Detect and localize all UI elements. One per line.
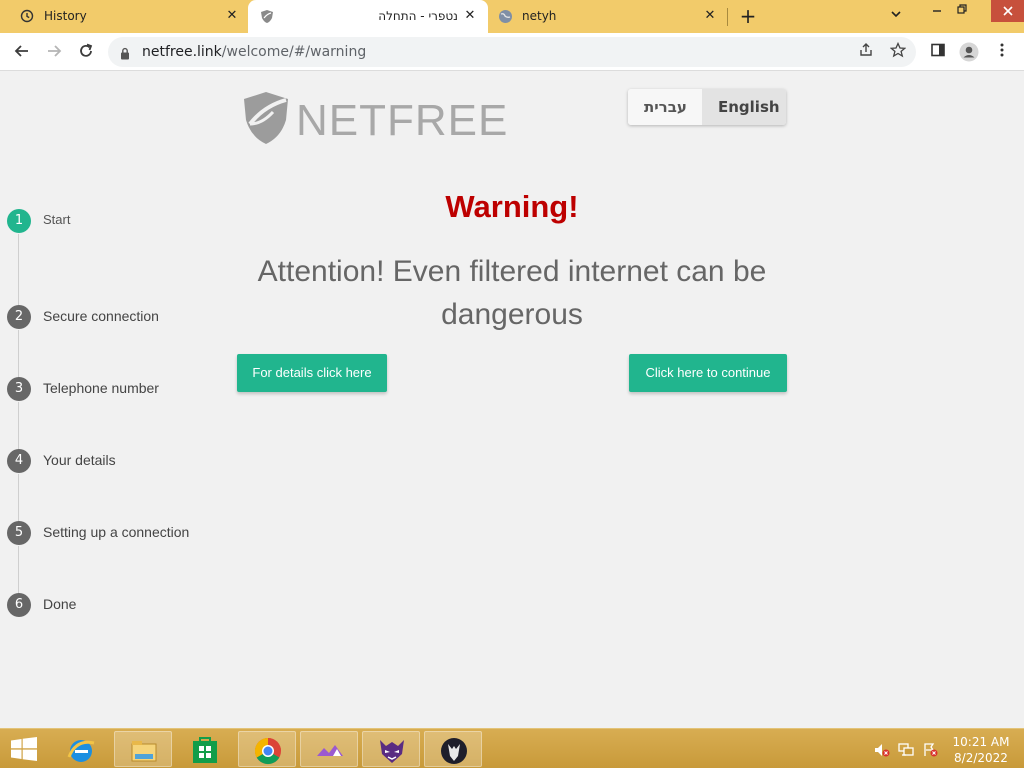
lang-hebrew-button[interactable]: עברית bbox=[628, 89, 702, 125]
windows-logo-icon bbox=[11, 737, 37, 761]
clock-date: 8/2/2022 bbox=[954, 751, 1008, 765]
step-number: 2 bbox=[7, 305, 31, 329]
file-explorer-icon bbox=[131, 741, 157, 762]
lang-english-button[interactable]: English bbox=[702, 89, 786, 125]
globe-icon bbox=[498, 9, 513, 27]
tab-strip: History ✕ נטפרי - התחלה ✕ netyh ✕ + bbox=[0, 0, 1024, 33]
lock-icon[interactable] bbox=[120, 45, 130, 64]
windows-taskbar: 10:21 AM 8/2/2022 bbox=[0, 728, 1024, 768]
window-close-button[interactable] bbox=[991, 0, 1024, 22]
continue-button[interactable]: Click here to continue bbox=[629, 354, 787, 392]
internet-explorer-icon bbox=[67, 740, 95, 762]
history-icon bbox=[20, 9, 34, 26]
new-tab-button[interactable]: + bbox=[738, 6, 758, 26]
step-label: Done bbox=[43, 596, 77, 612]
app-mask-icon bbox=[380, 740, 404, 763]
url-path: /welcome/#/warning bbox=[221, 44, 367, 60]
step-connector bbox=[18, 546, 19, 594]
address-bar[interactable]: netfree.link/welcome/#/warning bbox=[108, 37, 916, 67]
reload-button[interactable] bbox=[76, 42, 96, 62]
side-panel-icon[interactable] bbox=[928, 42, 948, 62]
step-number: 6 bbox=[7, 593, 31, 617]
forward-button[interactable] bbox=[44, 42, 64, 62]
url-host: netfree.link bbox=[142, 44, 222, 60]
action-center-icon[interactable] bbox=[922, 742, 938, 758]
taskbar-app-purple[interactable] bbox=[300, 731, 358, 767]
close-icon[interactable]: ✕ bbox=[462, 8, 478, 24]
step-number: 3 bbox=[7, 377, 31, 401]
step-number: 5 bbox=[7, 521, 31, 545]
netfree-shield-icon bbox=[260, 9, 274, 27]
step-connector bbox=[18, 474, 19, 522]
tab-title: netyh bbox=[522, 9, 557, 23]
menu-kebab-icon[interactable] bbox=[992, 42, 1012, 62]
step-label: Telephone number bbox=[43, 380, 159, 396]
close-icon[interactable]: ✕ bbox=[702, 8, 718, 24]
tab-netfree[interactable]: נטפרי - התחלה ✕ bbox=[248, 0, 488, 33]
step-label: Start bbox=[43, 212, 71, 227]
app-wolf-icon bbox=[441, 738, 467, 764]
browser-toolbar: netfree.link/welcome/#/warning bbox=[0, 33, 1024, 71]
tab-title: History bbox=[44, 9, 87, 23]
back-button[interactable] bbox=[12, 42, 32, 62]
taskbar-file-explorer[interactable] bbox=[114, 731, 172, 767]
tab-history[interactable]: History ✕ bbox=[8, 0, 248, 33]
system-clock[interactable]: 10:21 AM 8/2/2022 bbox=[948, 734, 1014, 766]
bookmark-star-icon[interactable] bbox=[888, 41, 908, 62]
profile-avatar-icon[interactable] bbox=[959, 42, 979, 62]
step-connector bbox=[18, 402, 19, 450]
taskbar-app-mask[interactable] bbox=[362, 731, 420, 767]
step-number: 4 bbox=[7, 449, 31, 473]
taskbar-store[interactable] bbox=[176, 731, 234, 767]
tab-title: נטפרי - התחלה bbox=[378, 9, 458, 23]
attention-line: Attention! Even filtered internet can be bbox=[257, 255, 767, 288]
taskbar-app-wolf[interactable] bbox=[424, 731, 482, 767]
taskbar-chrome[interactable] bbox=[238, 731, 296, 767]
tab-netyh[interactable]: netyh ✕ bbox=[488, 0, 728, 33]
netfree-logo: NETFREE bbox=[240, 90, 507, 150]
taskbar-internet-explorer[interactable] bbox=[52, 731, 110, 767]
logo-text: NETFREE bbox=[296, 96, 509, 145]
netfree-shield-logo-icon bbox=[244, 92, 288, 144]
step-connector bbox=[18, 234, 19, 310]
minimize-button[interactable] bbox=[927, 3, 947, 18]
tab-separator bbox=[727, 8, 728, 26]
url-text: netfree.link/welcome/#/warning bbox=[142, 44, 366, 60]
app-purple-icon bbox=[317, 745, 343, 756]
page-content: NETFREE עברית English 1 Start 2 Secure c… bbox=[0, 72, 1024, 728]
attention-line: dangerous bbox=[441, 298, 583, 331]
restore-button[interactable] bbox=[952, 3, 972, 18]
store-icon bbox=[193, 737, 217, 763]
tab-search-chevron-icon[interactable] bbox=[890, 8, 902, 23]
step-label: Secure connection bbox=[43, 308, 159, 324]
step-label: Setting up a connection bbox=[43, 524, 190, 540]
network-icon[interactable] bbox=[898, 742, 914, 758]
attention-message: Attention! Even filtered internet can be… bbox=[232, 250, 792, 336]
details-button[interactable]: For details click here bbox=[237, 354, 387, 392]
step-label: Your details bbox=[43, 452, 116, 468]
step-connector bbox=[18, 330, 19, 378]
clock-time: 10:21 AM bbox=[952, 735, 1010, 749]
step-number: 1 bbox=[7, 209, 31, 233]
language-switch: עברית English bbox=[628, 89, 786, 125]
start-button[interactable] bbox=[10, 737, 38, 765]
warning-title: Warning! bbox=[445, 189, 579, 224]
chrome-icon bbox=[254, 737, 281, 765]
volume-muted-icon[interactable] bbox=[874, 742, 890, 758]
share-icon[interactable] bbox=[856, 42, 876, 62]
close-icon[interactable]: ✕ bbox=[224, 8, 240, 24]
